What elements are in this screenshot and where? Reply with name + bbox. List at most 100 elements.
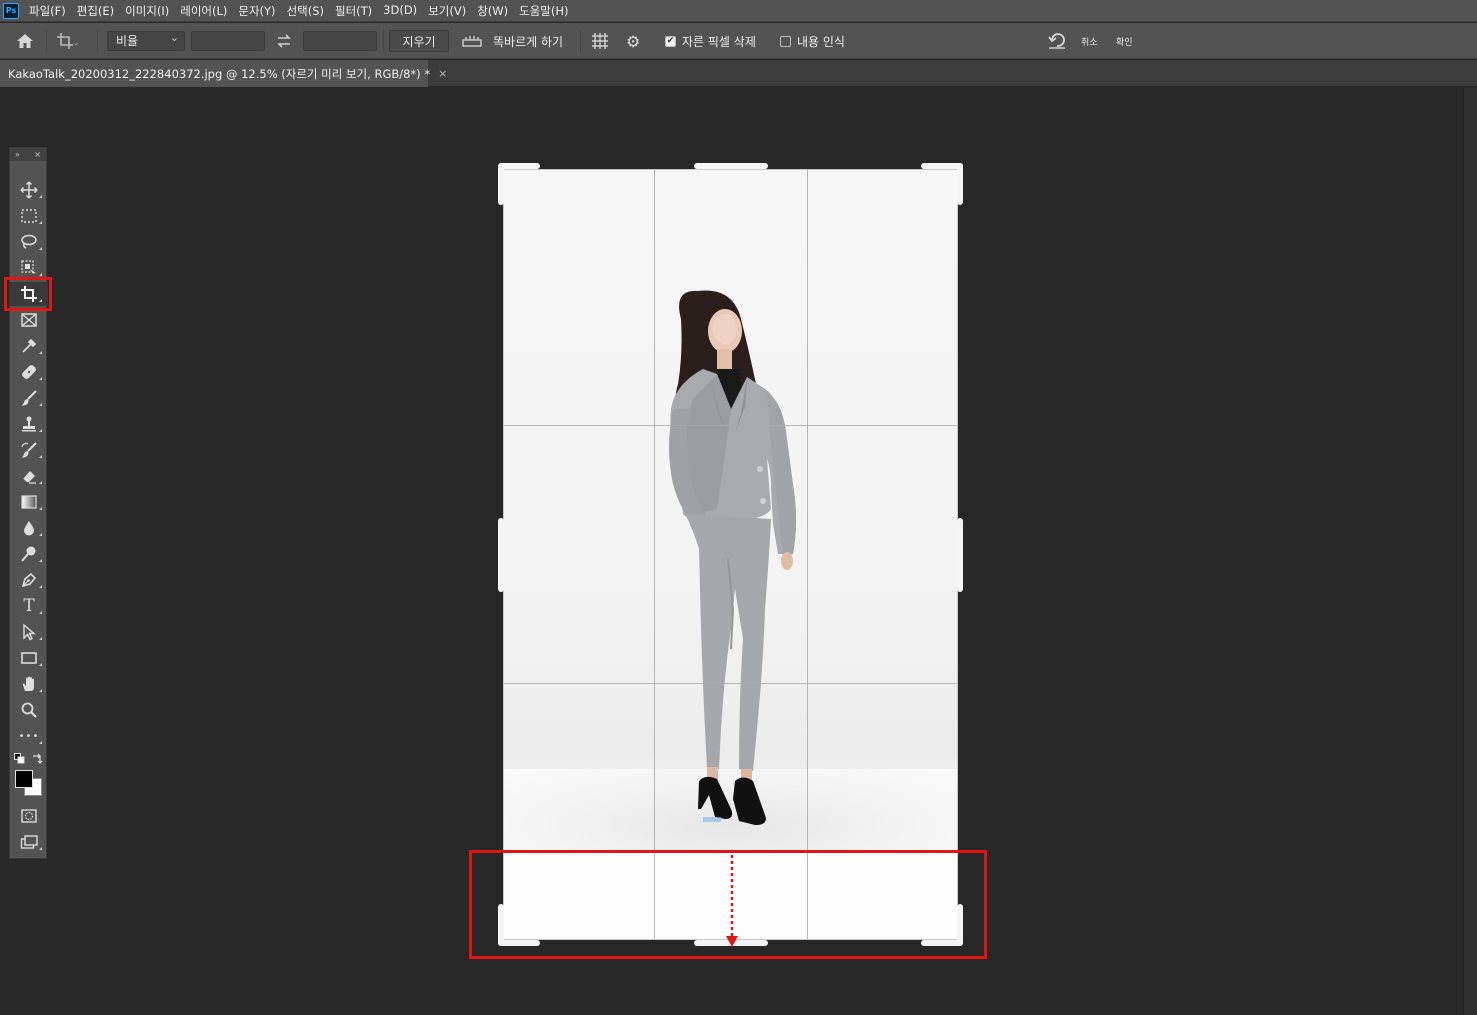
menu-image[interactable]: 이미지(I) xyxy=(125,3,169,19)
shape-tool[interactable] xyxy=(10,646,48,670)
brush-icon xyxy=(21,390,37,406)
gradient-icon xyxy=(21,495,37,509)
lasso-tool[interactable] xyxy=(10,230,48,254)
menu-select[interactable]: 선택(S) xyxy=(287,3,324,19)
type-icon: T xyxy=(23,596,35,616)
magnifier-icon xyxy=(21,702,37,718)
checkbox-checked-icon: ✔ xyxy=(665,35,676,47)
grid-line-vertical xyxy=(654,169,655,940)
eraser-tool[interactable] xyxy=(10,464,48,488)
move-icon xyxy=(20,181,38,199)
frame-icon xyxy=(21,313,37,327)
delete-cropped-pixels-checkbox[interactable]: ✔ 자른 픽셀 삭제 xyxy=(665,23,756,59)
document-tab-title: KakaoTalk_20200312_222840372.jpg @ 12.5%… xyxy=(8,66,431,81)
width-field[interactable] xyxy=(191,31,265,51)
pen-icon xyxy=(21,572,37,588)
collapse-icon[interactable]: » xyxy=(15,150,20,159)
crop-handle-top-left[interactable] xyxy=(498,163,504,205)
quick-mask-icon xyxy=(21,809,37,823)
history-brush-icon xyxy=(21,442,37,458)
home-button[interactable] xyxy=(15,23,35,59)
reset-button[interactable] xyxy=(1047,23,1067,59)
screen-mode-button[interactable] xyxy=(10,830,48,854)
height-field[interactable] xyxy=(303,31,377,51)
hand-icon xyxy=(22,676,34,691)
menu-type[interactable]: 문자(Y) xyxy=(238,3,275,19)
grid-line-horizontal xyxy=(503,683,958,684)
ratio-select[interactable]: 비율 xyxy=(107,29,185,51)
default-colors-icon[interactable] xyxy=(14,753,25,764)
pen-tool[interactable] xyxy=(10,568,48,592)
cancel-label: 취소 xyxy=(1081,37,1098,48)
dodge-tool[interactable] xyxy=(10,542,48,566)
brush-tool[interactable] xyxy=(10,386,48,410)
blur-tool[interactable] xyxy=(10,516,48,540)
menu-layer[interactable]: 레이어(L) xyxy=(180,3,227,19)
move-tool[interactable] xyxy=(10,178,48,202)
vertical-scrollbar[interactable] xyxy=(1463,88,1477,1015)
ellipsis-icon: ••• xyxy=(18,730,40,742)
swap-button[interactable] xyxy=(276,23,292,59)
arrow-icon xyxy=(23,623,36,641)
document-canvas[interactable] xyxy=(503,169,958,940)
menu-file[interactable]: 파일(F) xyxy=(29,3,66,19)
crop-handle-top[interactable] xyxy=(694,163,768,169)
tools-panel-header[interactable]: » × xyxy=(10,148,46,161)
gear-icon: ⚙ xyxy=(626,31,641,51)
document-tab-bar: KakaoTalk_20200312_222840372.jpg @ 12.5%… xyxy=(0,60,1477,87)
clear-button[interactable]: 지우기 xyxy=(389,30,449,52)
content-aware-checkbox[interactable]: 내용 인식 xyxy=(780,23,845,59)
menu-help[interactable]: 도움말(H) xyxy=(519,3,568,19)
close-icon[interactable]: × xyxy=(438,67,447,80)
grid-line-horizontal xyxy=(503,425,958,426)
menu-view[interactable]: 보기(V) xyxy=(428,3,466,19)
content-aware-label: 내용 인식 xyxy=(797,34,845,49)
menu-filter[interactable]: 필터(T) xyxy=(335,3,372,19)
crop-settings-button[interactable]: ⚙ xyxy=(626,23,640,59)
hand-tool[interactable] xyxy=(10,672,48,696)
healing-tool[interactable] xyxy=(10,360,48,384)
zoom-tool[interactable] xyxy=(10,698,48,722)
eyedropper-tool[interactable] xyxy=(10,334,48,358)
frame-tool[interactable] xyxy=(10,308,48,332)
close-icon[interactable]: × xyxy=(34,150,41,159)
eraser-icon xyxy=(22,471,36,484)
grid-line-vertical xyxy=(807,169,808,940)
home-icon xyxy=(17,34,33,48)
straighten-button[interactable]: 똑바르게 하기 xyxy=(462,23,563,59)
menu-window[interactable]: 창(W) xyxy=(477,3,508,19)
undo-icon xyxy=(1048,33,1065,49)
overlay-options-button[interactable] xyxy=(591,23,609,59)
document-tab[interactable]: KakaoTalk_20200312_222840372.jpg @ 12.5%… xyxy=(0,60,447,87)
crop-handle-right[interactable] xyxy=(957,518,963,592)
path-select-tool[interactable] xyxy=(10,620,48,644)
photoshop-logo: Ps xyxy=(3,2,19,19)
swatch-controls xyxy=(14,753,44,765)
dodge-icon xyxy=(21,546,36,562)
tools-panel: » × T ••• xyxy=(9,147,48,859)
stamp-tool[interactable] xyxy=(10,412,48,436)
crop-handle-top-right[interactable] xyxy=(957,163,963,205)
tool-preset-picker[interactable] xyxy=(56,23,78,59)
quick-mask-button[interactable] xyxy=(10,804,48,828)
crop-handle-left[interactable] xyxy=(498,518,504,592)
marquee-tool[interactable] xyxy=(10,204,48,228)
swap-icon xyxy=(277,34,291,48)
object-select-icon xyxy=(21,260,36,276)
type-tool[interactable]: T xyxy=(10,594,48,618)
crop-tool-highlight xyxy=(4,277,52,311)
gradient-tool[interactable] xyxy=(10,490,48,514)
bandage-icon xyxy=(22,365,36,379)
menu-edit[interactable]: 편집(E) xyxy=(77,3,114,19)
commit-button[interactable]: 확인 xyxy=(1116,23,1133,59)
menu-3d[interactable]: 3D(D) xyxy=(383,3,417,19)
history-brush-tool[interactable] xyxy=(10,438,48,462)
delete-cropped-label: 자른 픽셀 삭제 xyxy=(682,34,756,49)
screen-mode-icon xyxy=(20,835,38,849)
foreground-color-swatch[interactable] xyxy=(15,770,33,788)
swap-colors-icon[interactable] xyxy=(32,753,43,764)
straighten-icon xyxy=(462,36,482,47)
cancel-button[interactable]: 취소 xyxy=(1081,23,1098,59)
crop-handle-top-left[interactable] xyxy=(498,163,540,169)
more-tools[interactable]: ••• xyxy=(10,724,48,748)
